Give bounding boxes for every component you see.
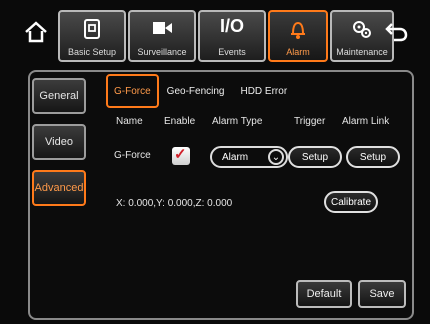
- g-force-content: Name Enable Alarm Type Trigger Alarm Lin…: [110, 114, 406, 308]
- tab-surveillance[interactable]: Surveillance: [128, 10, 196, 62]
- sidebar-item-label: Advanced: [34, 182, 84, 194]
- calibrate-label: Calibrate: [330, 196, 372, 208]
- header-alarm-type: Alarm Type: [212, 116, 263, 127]
- alarm-type-select[interactable]: Alarm ⌄: [210, 146, 288, 168]
- g-force-row: G-Force ✓ Alarm ⌄ Setup Setup: [110, 144, 402, 170]
- trigger-setup-button[interactable]: Setup: [288, 146, 342, 168]
- back-button[interactable]: [382, 18, 410, 46]
- chevron-down-icon: ⌄: [268, 149, 284, 165]
- tab-events-label: Events: [218, 47, 246, 57]
- home-button[interactable]: [22, 18, 50, 46]
- calibrate-button[interactable]: Calibrate: [324, 191, 378, 213]
- tab-basic-setup[interactable]: Basic Setup: [58, 10, 126, 62]
- alarm-link-setup-button[interactable]: Setup: [346, 146, 400, 168]
- tab-alarm-label: Alarm: [286, 47, 310, 57]
- sidebar-item-general[interactable]: General: [32, 78, 86, 114]
- subtab-g-force[interactable]: G-Force: [106, 74, 159, 108]
- save-button[interactable]: Save: [358, 280, 406, 308]
- xyz-readout: X: 0.000,Y: 0.000,Z: 0.000: [116, 198, 233, 209]
- save-label: Save: [369, 288, 395, 300]
- trigger-setup-label: Setup: [301, 151, 329, 163]
- camera-icon: [130, 18, 194, 43]
- sidebar-item-advanced[interactable]: Advanced: [32, 170, 86, 206]
- back-arrow-icon: [385, 23, 408, 42]
- top-navigation-bar: Basic Setup Surveillance I/O Events Alar…: [12, 8, 418, 64]
- header-name: Name: [116, 116, 143, 127]
- tab-alarm[interactable]: Alarm: [268, 10, 328, 62]
- alarm-link-setup-label: Setup: [359, 151, 387, 163]
- tab-basic-setup-label: Basic Setup: [67, 47, 117, 57]
- alarm-type-value: Alarm: [222, 151, 249, 163]
- enable-checkbox[interactable]: ✓: [172, 146, 190, 165]
- basic-setup-icon: [60, 18, 124, 45]
- tab-surveillance-label: Surveillance: [137, 47, 187, 57]
- alarm-bell-icon: [270, 18, 326, 45]
- subtab-hdd-error[interactable]: HDD Error: [232, 74, 295, 108]
- row-name: G-Force: [114, 150, 151, 161]
- sub-tab-bar: G-Force Geo-Fencing HDD Error: [106, 74, 295, 108]
- checkmark-icon: ✓: [174, 146, 187, 163]
- default-label: Default: [306, 288, 342, 300]
- tab-maintenance-label: Maintenance: [336, 47, 388, 57]
- dvr-settings-screen: Basic Setup Surveillance I/O Events Alar…: [0, 0, 430, 324]
- home-icon: [25, 21, 47, 43]
- subtab-geo-fencing[interactable]: Geo-Fencing: [159, 74, 233, 108]
- io-events-icon: I/O: [200, 16, 264, 37]
- header-trigger: Trigger: [294, 116, 326, 127]
- default-button[interactable]: Default: [296, 280, 352, 308]
- header-enable: Enable: [164, 116, 196, 127]
- sidebar-item-label: General: [39, 90, 79, 102]
- tab-events[interactable]: I/O Events: [198, 10, 266, 62]
- header-alarm-link: Alarm Link: [342, 116, 390, 127]
- sidebar-item-video[interactable]: Video: [32, 124, 86, 160]
- alarm-settings-panel: General Video Advanced G-Force Geo-Fenci…: [28, 70, 414, 320]
- events-glyph-text: I/O: [219, 16, 244, 36]
- sidebar-item-label: Video: [45, 136, 73, 148]
